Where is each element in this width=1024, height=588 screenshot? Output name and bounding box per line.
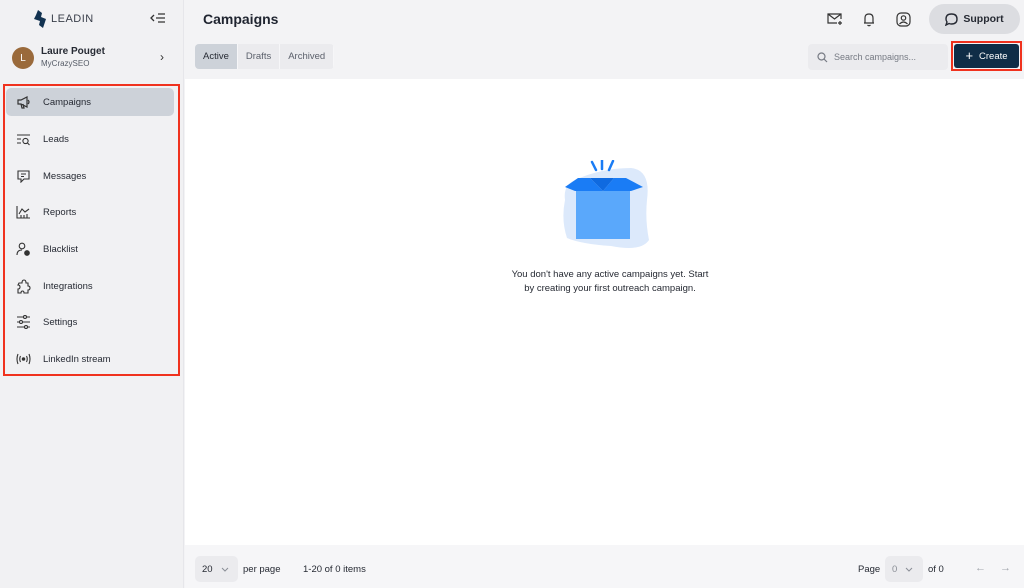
empty-state-message: You don't have any active campaigns yet.… [490, 268, 730, 296]
plus-icon: + [965, 48, 974, 63]
sidebar-item-messages[interactable]: Messages [6, 162, 174, 190]
create-campaign-button[interactable]: + Create [954, 44, 1019, 68]
user-circle-icon [895, 11, 911, 27]
user-block-icon [15, 241, 31, 257]
empty-state-line1: You don't have any active campaigns yet.… [511, 269, 709, 280]
mail-add-button[interactable] [827, 11, 843, 27]
sidebar-item-reports[interactable]: Reports [6, 198, 174, 226]
sliders-icon [15, 314, 31, 330]
page-title: Campaigns [203, 11, 279, 27]
support-button[interactable]: Support [929, 4, 1020, 34]
sidebar: LEADIN L Laure Pouget MyCrazySEO › Campa… [0, 0, 184, 588]
message-icon [15, 168, 31, 184]
tab-drafts[interactable]: Drafts [238, 44, 281, 69]
prev-page-button[interactable]: ← [975, 562, 986, 574]
puzzle-icon [15, 278, 31, 294]
arrow-left-icon: ← [975, 562, 986, 574]
tab-archived[interactable]: Archived [280, 44, 335, 69]
page-label: Page [858, 564, 881, 575]
page-select[interactable]: 0 [885, 556, 923, 582]
collapse-menu-icon [150, 13, 165, 23]
bell-icon [864, 12, 874, 26]
next-page-button[interactable]: → [1000, 562, 1011, 574]
mail-add-icon [827, 13, 842, 25]
support-label: Support [963, 13, 1004, 25]
collapse-sidebar-button[interactable] [150, 11, 168, 27]
page-total: of 0 [928, 564, 944, 575]
campaigns-list-area [185, 79, 1024, 545]
search-icon [817, 51, 828, 62]
create-label: Create [979, 50, 1008, 62]
sidebar-item-blacklist[interactable]: Blacklist [6, 235, 174, 263]
search-input[interactable] [834, 52, 944, 62]
tab-active[interactable]: Active [195, 44, 238, 69]
chevron-down-icon [221, 567, 228, 572]
sidebar-item-integrations[interactable]: Integrations [6, 272, 174, 300]
chevron-down-icon [905, 567, 913, 572]
per-page-label: per page [243, 564, 281, 575]
sidebar-item-linkedin-stream[interactable]: LinkedIn stream [6, 345, 174, 373]
page-value: 0 [892, 563, 898, 575]
empty-state-line2: by creating your first outreach campaign… [524, 283, 696, 294]
empty-box-illustration [563, 160, 649, 248]
per-page-value: 20 [202, 563, 213, 575]
list-search-icon [15, 131, 31, 147]
profile-button[interactable] [895, 11, 911, 27]
chart-icon [15, 204, 31, 220]
broadcast-icon [15, 351, 31, 367]
sidebar-item-settings[interactable]: Settings [6, 308, 174, 336]
arrow-right-icon: → [1000, 562, 1011, 574]
user-name: Laure Pouget [41, 46, 105, 57]
search-box [808, 44, 948, 70]
leadin-logo-icon [34, 10, 46, 28]
avatar: L [12, 47, 34, 69]
campaign-status-tabs: Active Drafts Archived [195, 44, 335, 69]
notifications-button[interactable] [861, 11, 877, 27]
user-profile[interactable]: L Laure Pouget MyCrazySEO › [12, 44, 172, 72]
user-org: MyCrazySEO [41, 59, 90, 68]
sidebar-item-leads[interactable]: Leads [6, 125, 174, 153]
chevron-right-icon: › [160, 50, 164, 64]
sidebar-item-campaigns[interactable]: Campaigns [6, 88, 174, 116]
megaphone-icon [15, 94, 31, 110]
brand-name: LEADIN [51, 13, 94, 25]
items-summary: 1-20 of 0 items [303, 564, 366, 575]
chat-bubble-icon [945, 12, 959, 26]
per-page-select[interactable]: 20 [195, 556, 238, 582]
brand-logo: LEADIN [32, 9, 94, 29]
